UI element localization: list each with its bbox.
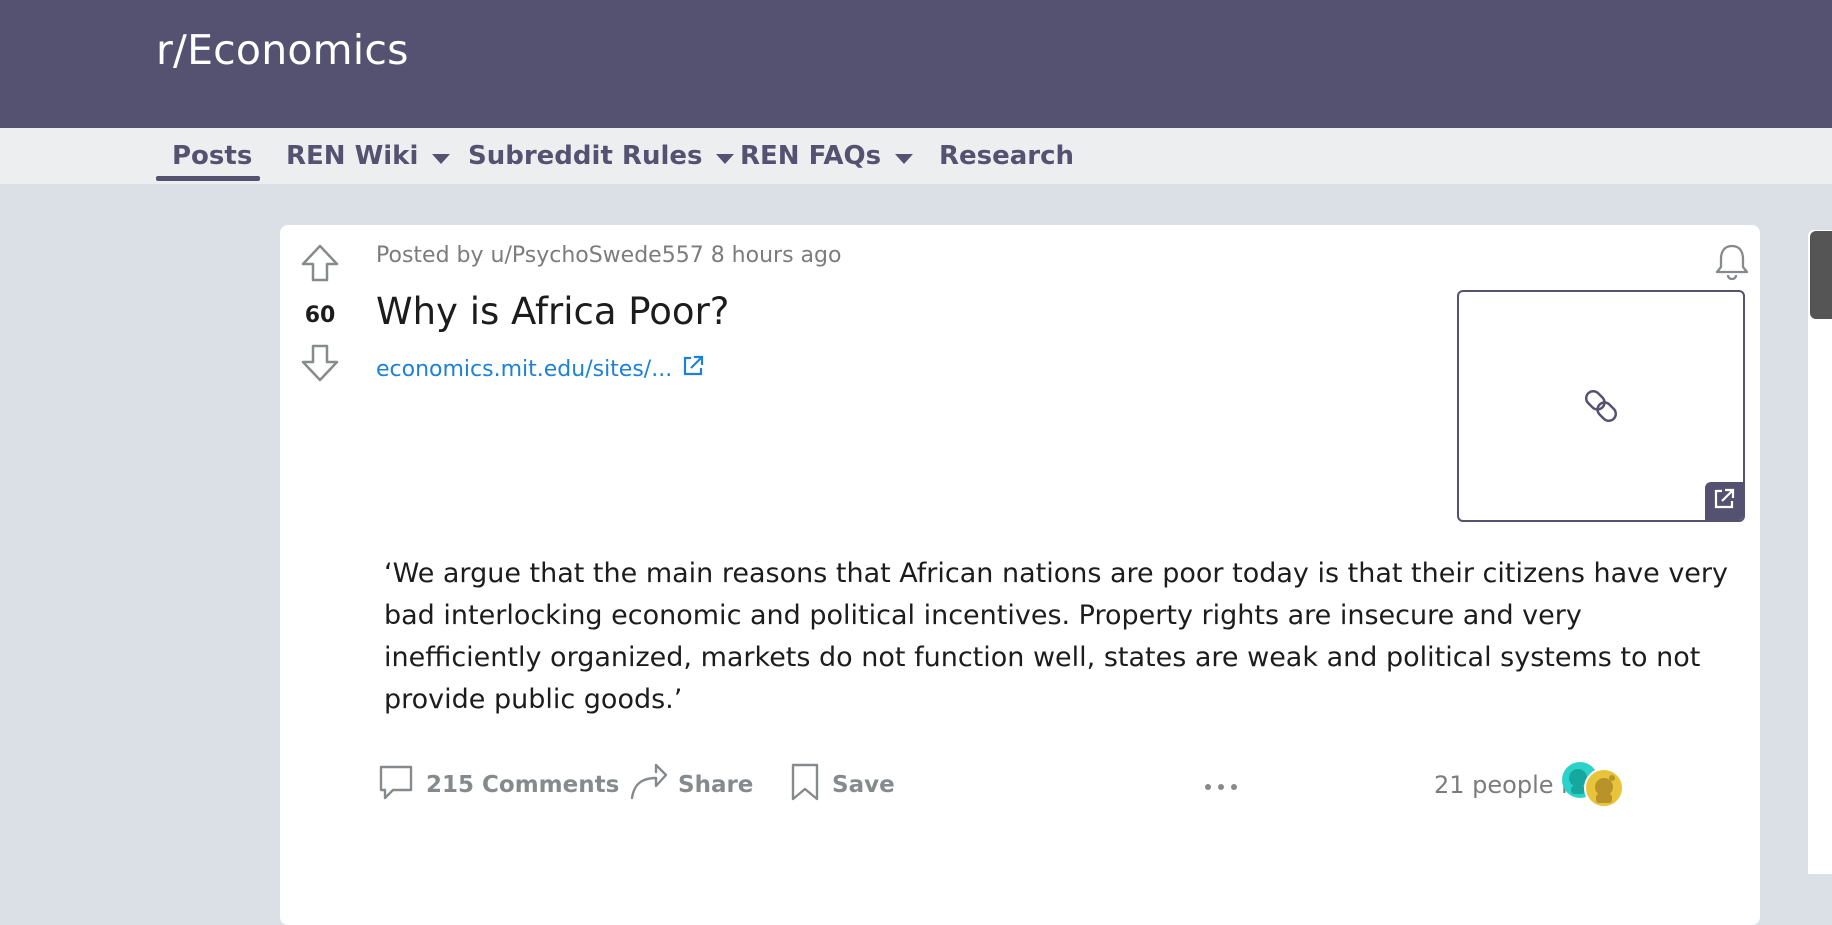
share-button[interactable]: Share bbox=[628, 760, 753, 810]
post-card[interactable]: 60 Posted by u/PsychoSwede557 8 hours ag… bbox=[280, 225, 1760, 925]
post-body: ‘We argue that the main reasons that Afr… bbox=[384, 558, 1729, 715]
comment-bubble-icon bbox=[376, 762, 426, 808]
post-link[interactable]: economics.mit.edu/sites/... bbox=[376, 355, 704, 383]
bookmark-icon bbox=[788, 762, 832, 808]
nav-tab-ren-faqs[interactable]: REN FAQs bbox=[740, 128, 914, 184]
caret-down-icon bbox=[716, 141, 735, 171]
more-dots-icon bbox=[1204, 772, 1248, 798]
nav-tab-subreddit-rules[interactable]: Subreddit Rules bbox=[468, 128, 735, 184]
more-options-button[interactable] bbox=[1204, 760, 1248, 810]
nav-tab-label: REN Wiki bbox=[286, 141, 419, 171]
arrow-down-icon[interactable] bbox=[300, 343, 340, 387]
link-thumbnail[interactable] bbox=[1457, 290, 1745, 522]
nav-tab-label: Posts bbox=[172, 141, 253, 171]
nav-tab-label: REN FAQs bbox=[740, 141, 882, 171]
nav-tab-label: Subreddit Rules bbox=[468, 141, 703, 171]
save-label: Save bbox=[832, 772, 895, 798]
subreddit-banner: r/Economics bbox=[0, 0, 1832, 128]
vote-score: 60 bbox=[304, 303, 336, 328]
share-label: Share bbox=[678, 772, 754, 798]
share-arrow-icon bbox=[628, 762, 678, 808]
chain-link-icon bbox=[1583, 386, 1619, 430]
post-actions: 215 Comments Share Save 21 people here bbox=[376, 760, 1766, 810]
external-link-icon bbox=[1713, 488, 1735, 514]
nav-tab-ren-wiki[interactable]: REN Wiki bbox=[286, 128, 451, 184]
external-link-badge[interactable] bbox=[1705, 482, 1743, 520]
scrollbar-thumb[interactable] bbox=[1810, 231, 1832, 319]
avatar bbox=[1584, 768, 1624, 808]
arrow-up-icon[interactable] bbox=[300, 243, 340, 287]
active-tab-indicator bbox=[156, 176, 260, 181]
caret-down-icon bbox=[432, 141, 451, 171]
comments-button[interactable]: 215 Comments bbox=[376, 760, 619, 810]
subreddit-nav: Posts REN Wiki Subreddit Rules REN FAQs … bbox=[0, 128, 1832, 184]
caret-down-icon bbox=[895, 141, 914, 171]
post-meta: Posted by u/PsychoSwede557 8 hours ago bbox=[376, 243, 842, 268]
bell-icon[interactable] bbox=[1712, 242, 1752, 286]
post-title[interactable]: Why is Africa Poor? bbox=[376, 290, 729, 333]
comments-label: 215 Comments bbox=[426, 772, 620, 798]
nav-tab-research[interactable]: Research bbox=[939, 128, 1074, 184]
post-link-text: economics.mit.edu/sites/... bbox=[376, 356, 673, 382]
online-avatars bbox=[1562, 756, 1626, 812]
scrollbar-track[interactable] bbox=[1808, 230, 1832, 874]
nav-tab-label: Research bbox=[939, 141, 1075, 171]
external-link-icon bbox=[672, 355, 704, 383]
save-button[interactable]: Save bbox=[788, 760, 895, 810]
subreddit-name[interactable]: r/Economics bbox=[156, 26, 409, 74]
